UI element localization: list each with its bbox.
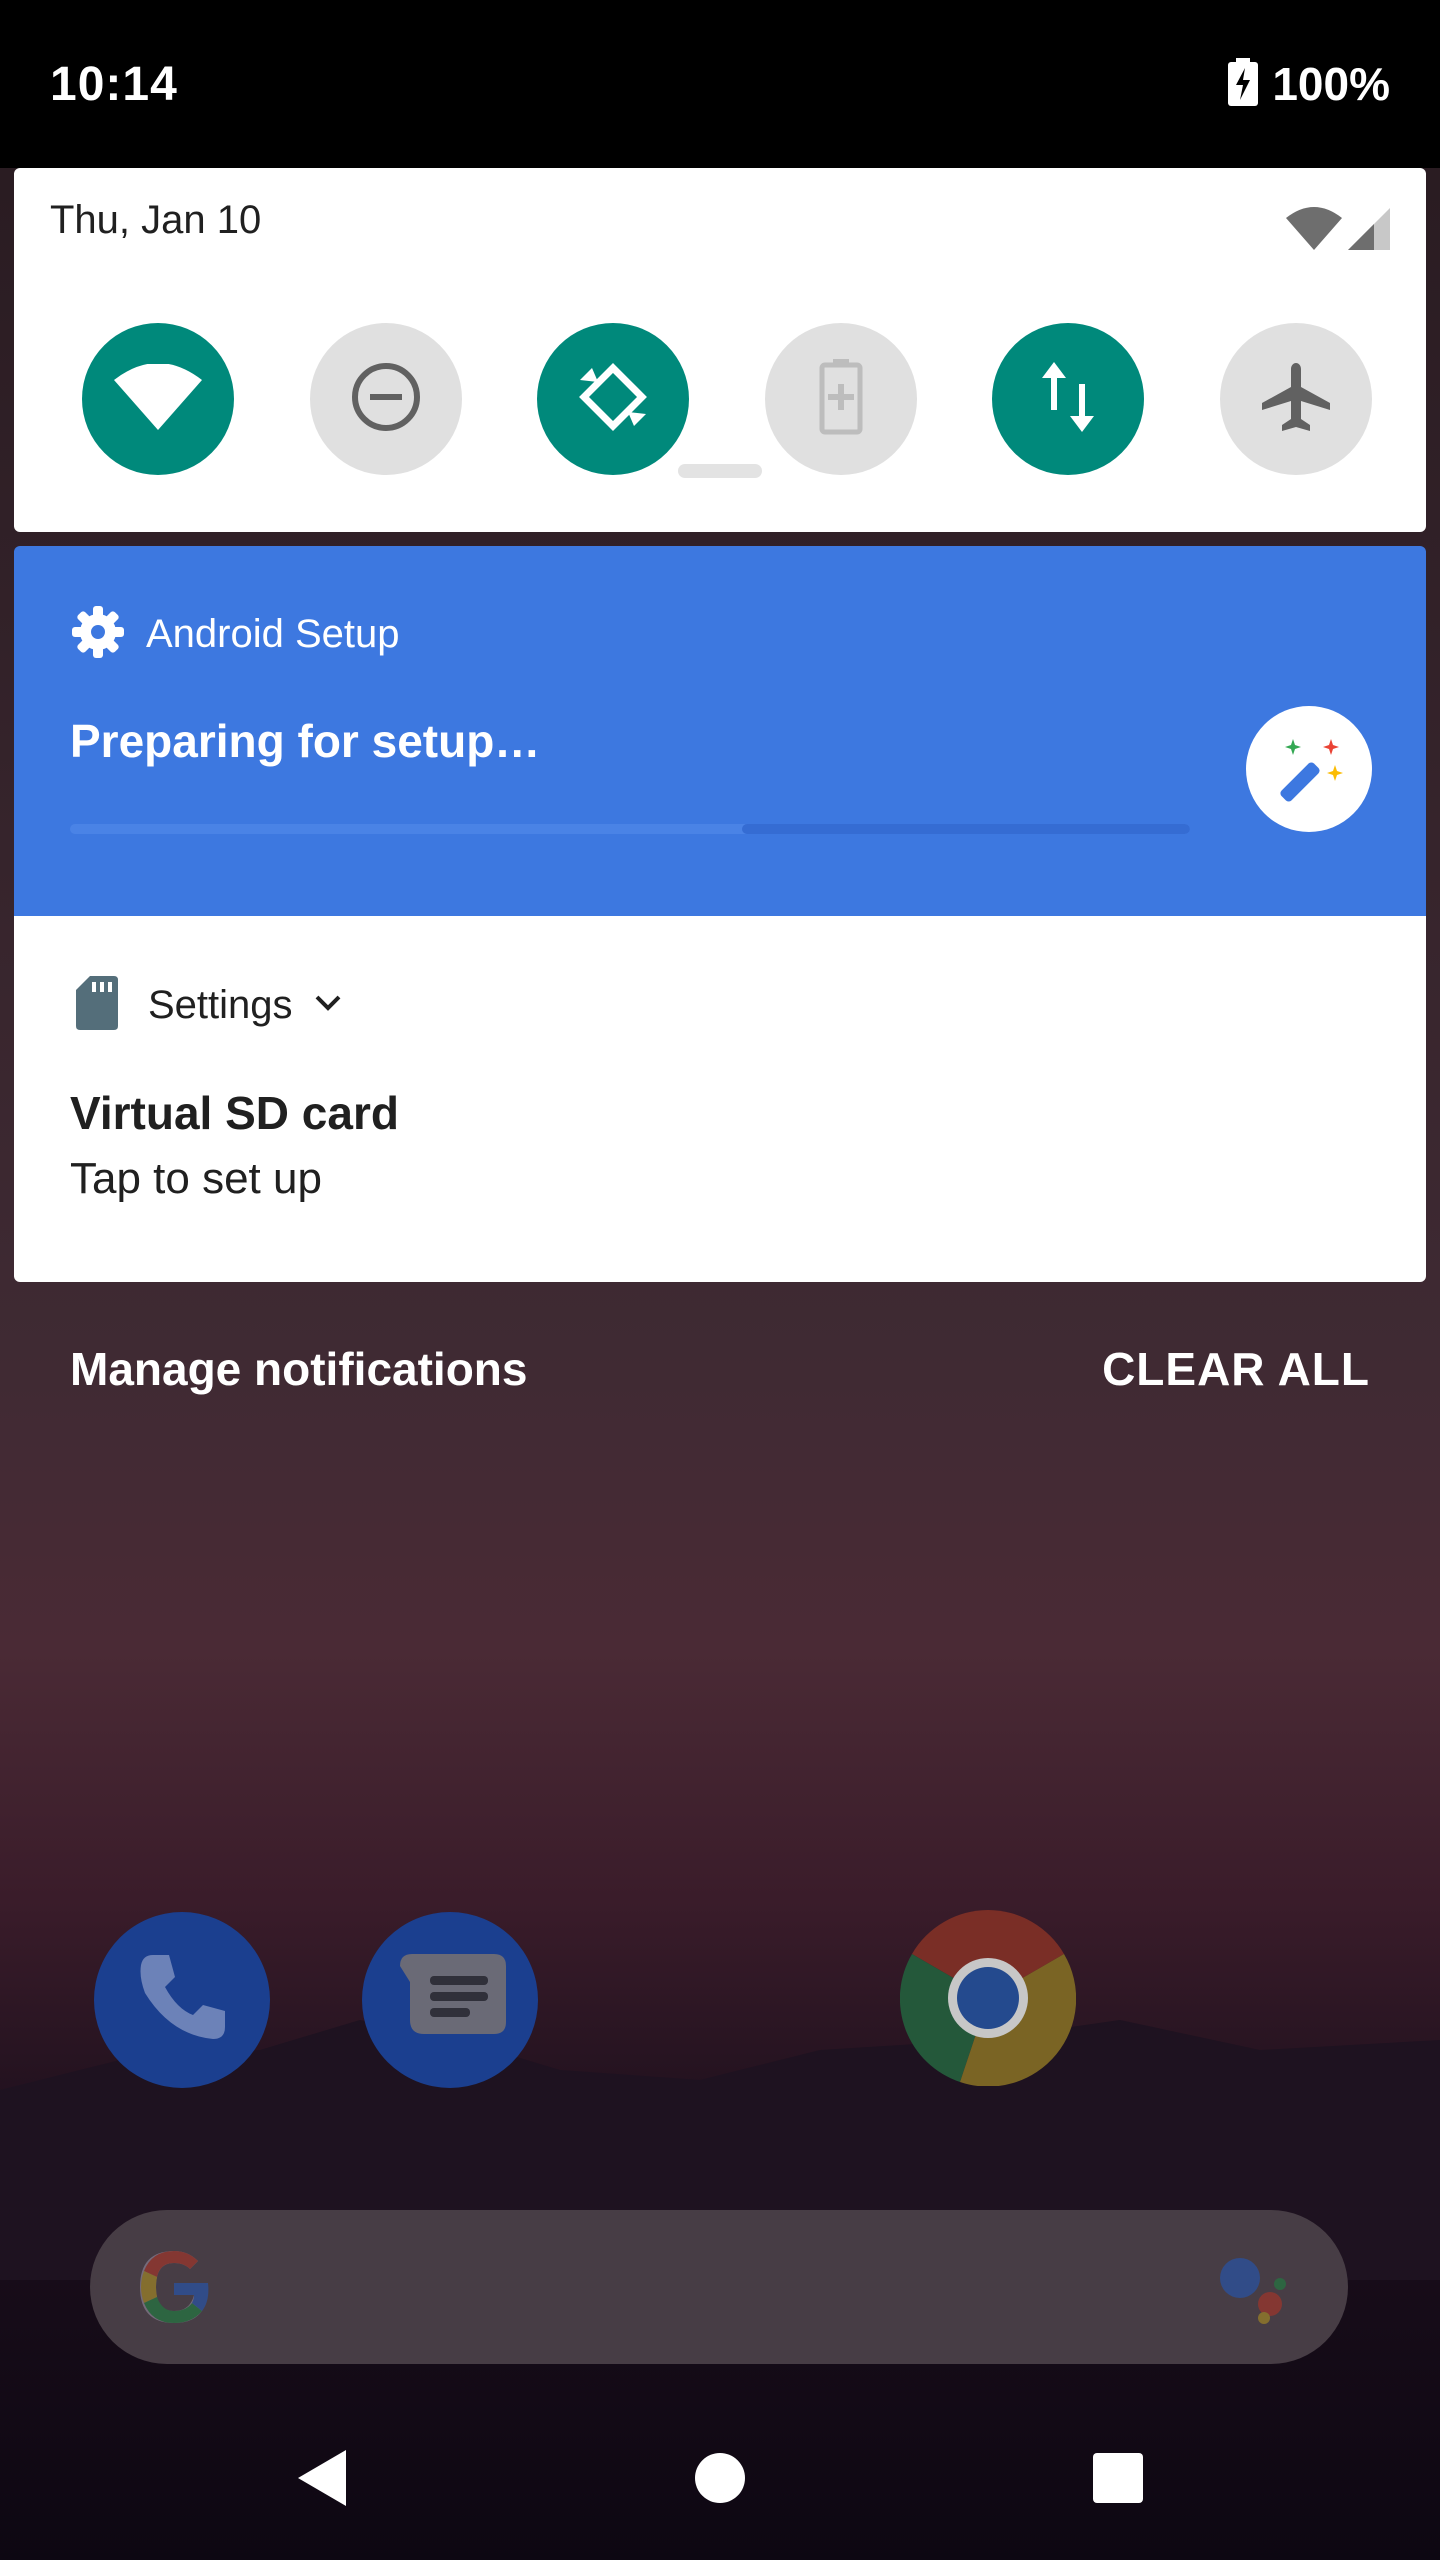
chrome-icon	[899, 1909, 1077, 2091]
wifi-signal-icon	[1286, 206, 1342, 255]
status-time: 10:14	[50, 57, 178, 111]
battery-charging-icon	[1228, 57, 1259, 111]
home-icon	[693, 2451, 747, 2510]
recents-button[interactable]	[1078, 2440, 1158, 2520]
sd-notification-header: Settings	[76, 976, 341, 1035]
battery-saver-icon	[819, 358, 863, 440]
gear-icon	[72, 606, 124, 663]
auto-rotate-tile[interactable]	[537, 323, 690, 475]
setup-app-name: Android Setup	[146, 612, 400, 656]
airplane-icon	[1260, 361, 1332, 438]
battery-saver-tile[interactable]	[764, 323, 917, 475]
sd-text: Tap to set up	[70, 1154, 322, 1203]
setup-wand-icon	[1246, 706, 1372, 832]
sd-card-icon	[76, 976, 118, 1035]
battery-percentage: 100%	[1272, 58, 1390, 110]
navigation-bar	[0, 2400, 1440, 2560]
messages-app[interactable]	[362, 1912, 538, 2088]
mobile-data-icon	[1038, 361, 1098, 437]
manage-notifications-button[interactable]: Manage notifications	[70, 1342, 527, 1396]
mobile-data-tile[interactable]	[992, 323, 1145, 475]
setup-progress-track	[70, 824, 1190, 834]
chrome-app[interactable]	[899, 1909, 1077, 2091]
setup-progress-fill	[742, 824, 1190, 834]
sd-card-notification[interactable]: Settings Virtual SD card Tap to set up	[14, 916, 1426, 1282]
setup-title: Preparing for setup…	[70, 715, 541, 767]
qs-drag-handle[interactable]	[678, 464, 762, 478]
wifi-tile[interactable]	[82, 323, 234, 475]
sd-title: Virtual SD card	[70, 1087, 399, 1139]
google-search-bar[interactable]	[90, 2210, 1348, 2364]
chevron-down-icon[interactable]	[315, 994, 341, 1017]
airplane-mode-tile[interactable]	[1219, 323, 1372, 475]
wifi-icon	[114, 362, 202, 435]
qs-signal-indicators	[1286, 206, 1390, 255]
back-button[interactable]	[282, 2440, 362, 2520]
phone-icon	[127, 1943, 237, 2058]
qs-date[interactable]: Thu, Jan 10	[50, 198, 261, 243]
cell-signal-icon	[1348, 208, 1390, 255]
home-button[interactable]	[680, 2440, 760, 2520]
back-icon	[292, 2446, 352, 2515]
qs-tiles	[82, 323, 1372, 475]
phone-app[interactable]	[94, 1912, 270, 2088]
setup-notification-header: Android Setup	[72, 606, 400, 663]
messages-icon	[390, 1948, 510, 2053]
clear-all-button[interactable]: CLEAR ALL	[1102, 1342, 1370, 1396]
quick-settings-panel: Thu, Jan 10	[14, 168, 1426, 532]
status-right: 100%	[1228, 57, 1390, 111]
assistant-icon[interactable]	[1218, 2254, 1298, 2329]
auto-rotate-icon	[576, 360, 650, 439]
sd-app-name: Settings	[148, 983, 293, 1027]
google-g-icon	[132, 2245, 216, 2334]
do-not-disturb-tile[interactable]	[309, 323, 462, 475]
recents-icon	[1091, 2451, 1145, 2510]
do-not-disturb-icon	[350, 361, 422, 438]
setup-notification[interactable]: Android Setup Preparing for setup…	[14, 546, 1426, 916]
status-bar: 10:14 100%	[0, 0, 1440, 168]
